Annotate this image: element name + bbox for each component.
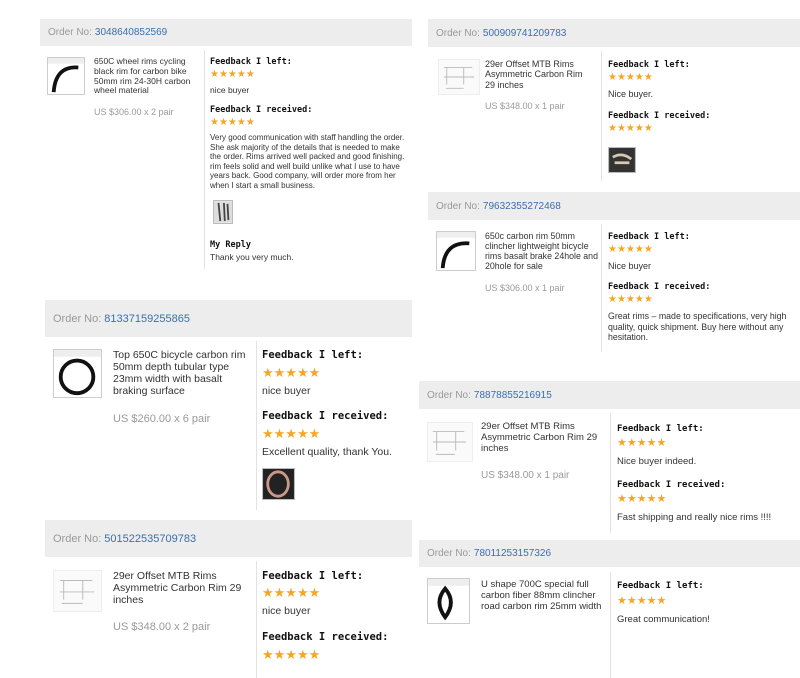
order-header: Order No: 78011253157326	[419, 540, 800, 567]
column-divider	[256, 341, 257, 510]
feedback-left-label: Feedback I left:	[608, 60, 690, 70]
rating-stars-left: ★★★★★	[262, 585, 321, 600]
order-number-link[interactable]: 78878855216915	[474, 390, 552, 401]
order-number-link[interactable]: 79632355272468	[483, 201, 561, 212]
product-thumbnail[interactable]	[436, 231, 476, 271]
rating-stars-left: ★★★★★	[608, 72, 653, 83]
rating-stars-left: ★★★★★	[617, 595, 667, 607]
feedback-left-comment: nice buyer	[210, 85, 250, 95]
column-divider	[610, 413, 611, 533]
feedback-received-comment: Great rims – made to specifications, ver…	[608, 311, 787, 343]
order-price: US $348.00 x 2 pair	[113, 621, 211, 633]
product-thumbnail[interactable]	[47, 57, 85, 95]
feedback-left-comment: Great communication!	[617, 614, 710, 625]
feedback-left-label: Feedback I left:	[262, 570, 364, 582]
order-price: US $306.00 x 2 pair	[94, 107, 174, 117]
order-card: Order No: 501522535709783 29er Offset MT…	[45, 520, 412, 678]
order-number-link[interactable]: 81337159255865	[104, 313, 190, 325]
order-price: US $348.00 x 1 pair	[481, 470, 570, 481]
order-card: Order No: 79632355272468 650c carbon rim…	[428, 192, 800, 352]
reply-text: Thank you very much.	[210, 252, 294, 262]
order-card: Order No: 3048640852569 650C wheel rims …	[40, 19, 412, 269]
order-no-label: Order No:	[48, 27, 92, 38]
feedback-left-label: Feedback I left:	[262, 349, 364, 361]
order-header: Order No: 81337159255865	[45, 300, 412, 337]
feedback-left-label: Feedback I left:	[608, 232, 690, 242]
feedback-left-comment: Nice buyer indeed.	[617, 456, 697, 467]
order-header: Order No: 3048640852569	[40, 19, 412, 46]
order-header: Order No: 78878855216915	[419, 381, 800, 409]
column-divider	[256, 561, 257, 678]
feedback-received-label: Feedback I received:	[262, 410, 389, 422]
order-no-label: Order No:	[427, 548, 471, 559]
order-no-label: Order No:	[427, 389, 471, 401]
rating-stars-left: ★★★★★	[210, 69, 255, 80]
feedback-received-label: Feedback I received:	[608, 111, 711, 121]
column-divider	[601, 224, 602, 352]
feedback-left-comment: nice buyer	[262, 385, 311, 397]
rating-stars-left: ★★★★★	[608, 244, 653, 255]
order-card: Order No: 78878855216915 29er Offset MTB…	[419, 381, 800, 533]
order-price: US $306.00 x 1 pair	[485, 283, 565, 293]
rating-stars-received: ★★★★★	[608, 294, 653, 305]
product-thumbnail[interactable]	[53, 349, 102, 398]
order-price: US $260.00 x 6 pair	[113, 413, 211, 425]
feedback-left-label: Feedback I left:	[617, 424, 704, 434]
feedback-photo[interactable]	[262, 468, 295, 500]
my-reply-label: My Reply	[210, 240, 251, 250]
order-card: Order No: 500909741209783 29er Offset MT…	[428, 19, 800, 181]
feedback-received-label: Feedback I received:	[617, 480, 726, 490]
feedback-received-label: Feedback I received:	[262, 631, 389, 643]
rating-stars-received: ★★★★★	[608, 123, 653, 134]
product-name[interactable]: 650C wheel rims cycling black rim for ca…	[94, 56, 202, 96]
order-no-label: Order No:	[53, 532, 102, 545]
feedback-left-comment: Nice buyer.	[608, 89, 654, 99]
product-name[interactable]: 29er Offset MTB Rims Asymmetric Carbon R…	[113, 570, 253, 606]
feedback-received-label: Feedback I received:	[608, 282, 711, 292]
order-price: US $348.00 x 1 pair	[485, 101, 565, 111]
product-name[interactable]: 29er Offset MTB Rims Asymmetric Carbon R…	[485, 59, 595, 90]
rating-stars-received: ★★★★★	[617, 493, 667, 505]
feedback-left-label: Feedback I left:	[617, 581, 704, 591]
product-name[interactable]: U shape 700C special full carbon fiber 8…	[481, 579, 603, 613]
product-name[interactable]: Top 650C bicycle carbon rim 50mm depth t…	[113, 349, 253, 397]
order-number-link[interactable]: 500909741209783	[483, 28, 566, 39]
column-divider	[610, 572, 611, 678]
order-header: Order No: 501522535709783	[45, 520, 412, 557]
feedback-left-label: Feedback I left:	[210, 57, 292, 67]
order-number-link[interactable]: 3048640852569	[95, 27, 167, 38]
feedback-left-comment: nice buyer	[262, 605, 311, 617]
rating-stars-received: ★★★★★	[262, 647, 321, 662]
order-number-link[interactable]: 78011253157326	[474, 548, 551, 559]
feedback-photo[interactable]	[608, 147, 636, 173]
product-thumbnail[interactable]	[427, 578, 470, 624]
order-header: Order No: 500909741209783	[428, 19, 800, 47]
order-header: Order No: 79632355272468	[428, 192, 800, 220]
feedback-received-comment: Fast shipping and really nice rims !!!!	[617, 512, 772, 523]
product-thumbnail[interactable]	[427, 422, 473, 462]
feedback-received-comment: Very good communication with staff handl…	[210, 133, 405, 190]
order-number-link[interactable]: 501522535709783	[104, 533, 196, 545]
rating-stars-left: ★★★★★	[262, 365, 321, 380]
feedback-received-label: Feedback I received:	[210, 105, 313, 115]
product-thumbnail[interactable]	[438, 59, 480, 95]
rating-stars-received: ★★★★★	[262, 426, 321, 441]
feedback-photo[interactable]	[213, 200, 233, 224]
order-card: Order No: 81337159255865 Top 650C bicycl…	[45, 300, 412, 510]
rating-stars-left: ★★★★★	[617, 437, 667, 449]
column-divider	[601, 51, 602, 181]
product-name[interactable]: 650c carbon rim 50mm clincher lightweigh…	[485, 231, 599, 271]
order-no-label: Order No:	[53, 312, 102, 325]
product-thumbnail[interactable]	[53, 570, 102, 612]
order-no-label: Order No:	[436, 200, 480, 212]
column-divider	[204, 50, 205, 269]
product-name[interactable]: 29er Offset MTB Rims Asymmetric Carbon R…	[481, 421, 599, 455]
feedback-received-comment: Excellent quality, thank You.	[262, 446, 392, 458]
order-no-label: Order No:	[436, 27, 480, 39]
order-card: Order No: 78011253157326 U shape 700C sp…	[419, 540, 800, 678]
rating-stars-received: ★★★★★	[210, 117, 255, 128]
feedback-left-comment: Nice buyer	[608, 261, 652, 271]
